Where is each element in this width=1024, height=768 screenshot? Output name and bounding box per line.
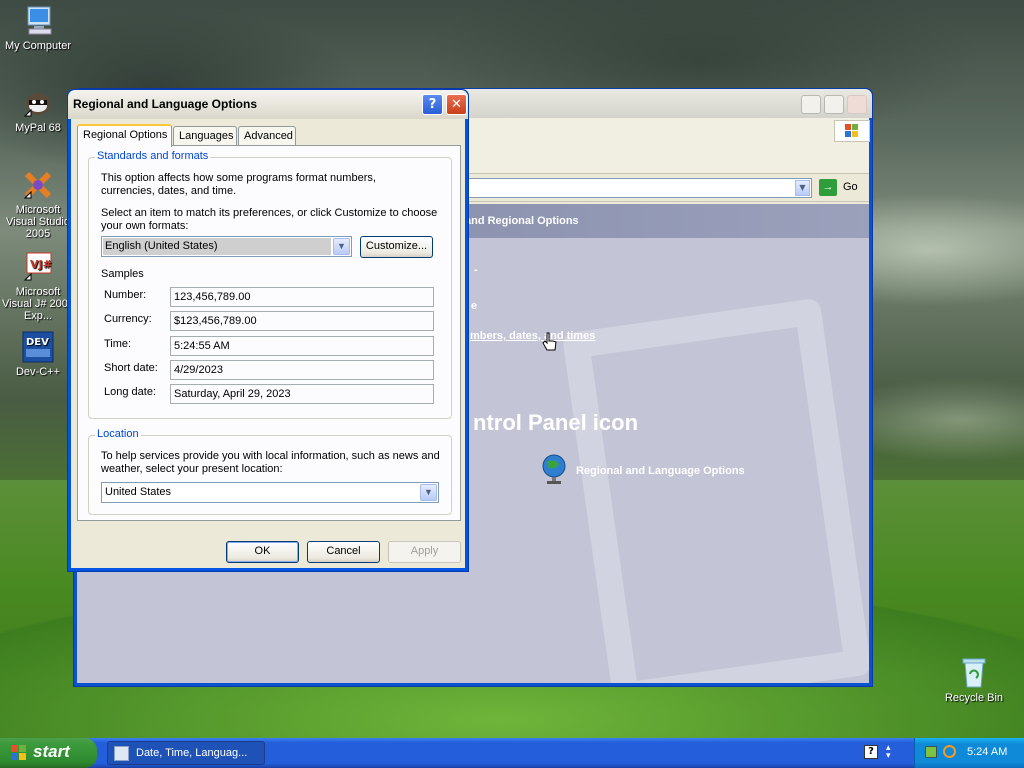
network-tray-icon[interactable] — [925, 746, 937, 758]
apply-button[interactable]: Apply — [388, 541, 461, 563]
taskbar-item-date-time-language[interactable]: Date, Time, Languag... — [107, 741, 265, 765]
group-legend: Location — [95, 428, 141, 440]
control-panel-watermark — [561, 297, 869, 683]
globe-icon — [541, 454, 567, 489]
clock[interactable]: 5:24 AM — [967, 746, 1007, 758]
format-select-value: English (United States) — [103, 238, 331, 255]
tab-label: Advanced — [244, 130, 293, 142]
task-link-numbers-dates-times[interactable]: mbers, dates, and times — [470, 330, 595, 343]
visual-studio-icon — [21, 168, 55, 202]
desktop-icon-recycle-bin[interactable]: Recycle Bin — [936, 656, 1012, 704]
pick-icon-heading: ntrol Panel icon — [473, 410, 639, 435]
desktop-icon-my-computer[interactable]: My Computer — [0, 4, 76, 52]
minimize-button[interactable] — [801, 95, 821, 114]
windows-logo-icon — [834, 120, 870, 142]
recycle-bin-icon — [957, 656, 991, 690]
sample-value-currency: $123,456,789.00 — [170, 311, 434, 331]
desktop-icon-visual-jsharp[interactable]: VJ# Microsoft Visual J# 2005 Exp... — [0, 250, 76, 322]
address-field[interactable]: ▼ — [457, 178, 812, 198]
desktop-icon-label: Dev-C++ — [15, 366, 61, 378]
jsharp-icon: VJ# — [21, 250, 55, 284]
regional-language-options-icon-label[interactable]: Regional and Language Options — [576, 465, 745, 478]
format-select-prompt: Select an item to match its preferences,… — [101, 207, 438, 232]
tab-label: Languages — [179, 130, 234, 142]
desktop-icon-dev-cpp[interactable]: DEV Dev-C++ — [0, 330, 76, 378]
help-button[interactable]: ? — [422, 94, 443, 115]
sample-label-short-date: Short date: — [104, 362, 158, 374]
system-tray: 5:24 AM — [914, 738, 1024, 768]
sample-label-time: Time: — [104, 338, 132, 350]
control-panel-icon — [114, 746, 129, 761]
svg-text:VJ#: VJ# — [30, 258, 52, 271]
location-group: Location To help services provide you wi… — [88, 428, 452, 515]
computer-icon — [21, 4, 55, 38]
desktop-icon-label: Microsoft Visual Studio 2005 — [5, 204, 70, 240]
regional-options-panel: Standards and formats This option affect… — [77, 145, 461, 521]
standards-formats-group: Standards and formats This option affect… — [88, 150, 452, 419]
help-tray-icon[interactable]: ? — [864, 745, 878, 759]
desktop-icon-label: Recycle Bin — [944, 692, 1004, 704]
task-item[interactable]: e — [471, 300, 477, 313]
svg-text:DEV: DEV — [26, 337, 49, 348]
start-button[interactable]: start — [0, 738, 97, 768]
sample-label-long-date: Long date: — [104, 386, 156, 398]
desktop-icon-mypal[interactable]: MyPal 68 — [0, 86, 76, 134]
chevron-down-icon[interactable]: ▼ — [333, 238, 350, 255]
close-button[interactable] — [847, 95, 867, 114]
desktop-icon-visual-studio[interactable]: Microsoft Visual Studio 2005 — [0, 168, 76, 240]
go-label: Go — [843, 181, 858, 193]
sample-label-number: Number: — [104, 289, 147, 301]
desktop-icon-label: My Computer — [4, 40, 72, 52]
tab-regional-options[interactable]: Regional Options — [77, 124, 172, 147]
close-icon: ✕ — [451, 97, 462, 112]
location-select[interactable]: United States ▼ — [101, 482, 439, 503]
ok-button[interactable]: OK — [226, 541, 299, 563]
regional-language-options-dialog[interactable]: Regional and Language Options ? ✕ Region… — [67, 89, 469, 572]
customize-button[interactable]: Customize... — [360, 236, 433, 258]
task-item[interactable]: - — [474, 264, 478, 277]
cancel-button[interactable]: Cancel — [307, 541, 380, 563]
go-arrow-icon: → — [819, 179, 837, 196]
desktop-icon-label: MyPal 68 — [15, 122, 61, 134]
chevron-down-icon[interactable]: ▼ — [420, 484, 437, 501]
sample-label-currency: Currency: — [104, 313, 152, 325]
location-select-value: United States — [105, 486, 172, 498]
tray-expand-icon[interactable]: ▴ ▾ — [886, 744, 891, 761]
address-dropdown-arrow-icon[interactable]: ▼ — [795, 180, 810, 196]
tab-languages[interactable]: Languages — [173, 126, 237, 146]
sample-value-number: 123,456,789.00 — [170, 287, 434, 307]
samples-label: Samples — [101, 268, 144, 280]
tab-advanced[interactable]: Advanced — [238, 126, 296, 146]
sample-value-time: 5:24:55 AM — [170, 336, 434, 356]
category-header-text: and Regional Options — [465, 215, 579, 227]
standards-description: This option affects how some programs fo… — [101, 172, 376, 197]
windows-flag-icon — [10, 744, 28, 767]
taskbar-item-label: Date, Time, Languag... — [136, 747, 248, 759]
start-label: start — [33, 742, 70, 761]
location-description: To help services provide you with local … — [101, 450, 440, 475]
maximize-button[interactable] — [824, 95, 844, 114]
dialog-titlebar[interactable]: Regional and Language Options ? ✕ — [68, 90, 468, 119]
group-legend: Standards and formats — [95, 150, 211, 162]
dev-cpp-icon: DEV — [21, 330, 55, 364]
search-tray-icon[interactable] — [943, 745, 956, 758]
raccoon-icon — [21, 86, 55, 120]
sample-value-long-date: Saturday, April 29, 2023 — [170, 384, 434, 404]
go-button[interactable]: → Go — [819, 178, 867, 198]
taskbar: start Date, Time, Languag... ? ▴ ▾ 5:24 A… — [0, 738, 1024, 768]
tab-label: Regional Options — [83, 129, 168, 141]
sample-value-short-date: 4/29/2023 — [170, 360, 434, 380]
hand-cursor-icon — [542, 332, 558, 355]
dialog-body: Regional Options Languages Advanced Stan… — [71, 119, 465, 568]
format-select[interactable]: English (United States) ▼ — [101, 236, 352, 257]
desktop-icon-label: Microsoft Visual J# 2005 Exp... — [2, 286, 74, 322]
dialog-title: Regional and Language Options — [73, 97, 258, 111]
close-button[interactable]: ✕ — [446, 94, 467, 115]
help-icon: ? — [428, 97, 437, 112]
